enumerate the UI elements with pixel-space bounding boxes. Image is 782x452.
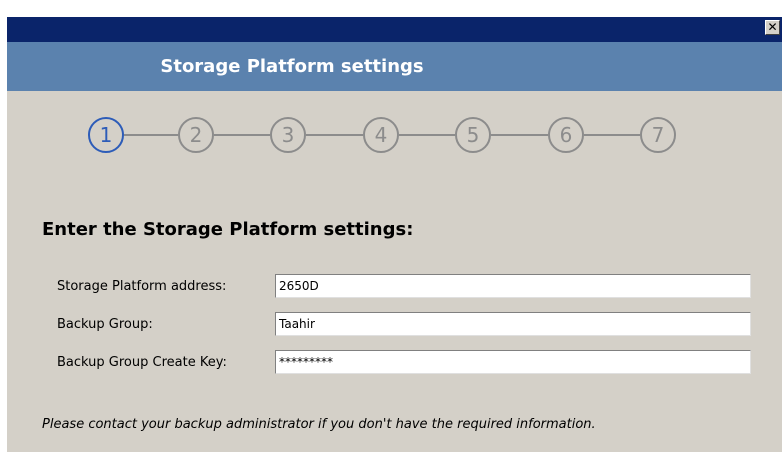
backup-group-label: Backup Group: — [57, 317, 153, 332]
step-connector — [306, 134, 363, 136]
step-indicator: 1 2 3 4 5 6 7 — [7, 17, 782, 217]
form-heading: Enter the Storage Platform settings: — [42, 219, 414, 240]
step-connector — [491, 134, 548, 136]
step-6: 6 — [548, 117, 584, 153]
step-connector — [399, 134, 455, 136]
backup-group-field[interactable]: Taahir — [275, 312, 751, 336]
step-connector — [214, 134, 270, 136]
wizard-window: ✕ Storage Platform settings 1 2 3 4 5 6 … — [7, 17, 782, 452]
create-key-field[interactable]: ********* — [275, 350, 751, 374]
step-connector — [124, 134, 178, 136]
step-connector — [584, 134, 640, 136]
step-1: 1 — [88, 117, 124, 153]
step-7: 7 — [640, 117, 676, 153]
step-2: 2 — [178, 117, 214, 153]
address-label: Storage Platform address: — [57, 279, 227, 294]
create-key-label: Backup Group Create Key: — [57, 355, 227, 370]
help-note: Please contact your backup administrator… — [42, 417, 596, 432]
step-4: 4 — [363, 117, 399, 153]
address-field[interactable]: 2650D — [275, 274, 751, 298]
step-5: 5 — [455, 117, 491, 153]
step-3: 3 — [270, 117, 306, 153]
